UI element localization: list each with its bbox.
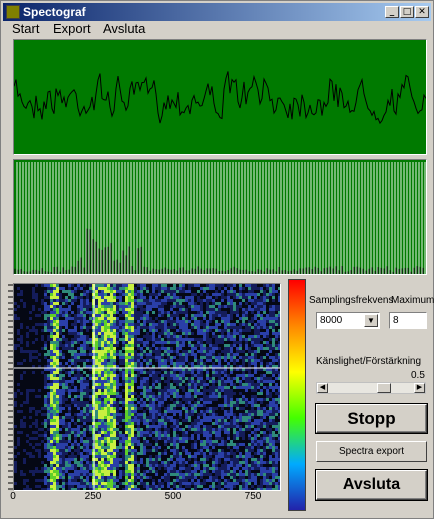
- stop-button[interactable]: Stopp: [316, 404, 427, 433]
- slider-thumb[interactable]: [377, 383, 391, 393]
- menu-bar: Start Export Avsluta: [3, 21, 431, 37]
- waveform-panel: [13, 39, 427, 155]
- menu-export[interactable]: Export: [53, 21, 91, 36]
- spectrum-panel: [13, 159, 427, 275]
- maximize-button[interactable]: □: [400, 6, 414, 18]
- close-button[interactable]: ✕: [415, 6, 429, 18]
- menu-avsluta[interactable]: Avsluta: [103, 21, 145, 36]
- spectrogram-panel: [13, 283, 281, 491]
- maximum-label: Maximum: [391, 295, 434, 306]
- window-title: Spectograf: [23, 5, 86, 19]
- minimize-button[interactable]: _: [385, 6, 399, 18]
- sampling-select[interactable]: 8000 ▼: [316, 312, 380, 329]
- sampling-value: 8000: [320, 315, 343, 326]
- app-icon: [6, 5, 20, 19]
- x-tick-label: 500: [164, 491, 182, 502]
- spectrogram-plot: [14, 284, 280, 490]
- x-tick-label: 250: [84, 491, 102, 502]
- chevron-down-icon[interactable]: ▼: [364, 314, 378, 327]
- spectrogram-x-axis: 0 250 500 750: [10, 491, 281, 503]
- sensitivity-slider[interactable]: ◀ ▶: [316, 382, 426, 394]
- sensitivity-label: Känslighet/Förstärkning: [316, 356, 422, 367]
- sensitivity-value: 0.5: [411, 370, 425, 381]
- avsluta-button[interactable]: Avsluta: [316, 470, 427, 500]
- x-tick-label: 0: [10, 491, 16, 502]
- spectrum-plot: [14, 162, 426, 274]
- scroll-left-icon[interactable]: ◀: [317, 383, 328, 393]
- menu-start[interactable]: Start: [12, 21, 39, 36]
- maximum-field[interactable]: 8: [389, 312, 427, 329]
- waveform-plot: [13, 71, 427, 125]
- color-scale-bar: [288, 279, 306, 511]
- x-tick-label: 750: [244, 491, 262, 502]
- main-window: Spectograf _ □ ✕ Start Export Avsluta 0 …: [0, 0, 434, 519]
- title-bar[interactable]: Spectograf _ □ ✕: [3, 3, 431, 21]
- spectra-export-button[interactable]: Spectra export: [316, 441, 427, 462]
- sampling-label: Samplingsfrekvens: [309, 295, 394, 306]
- scroll-right-icon[interactable]: ▶: [414, 383, 425, 393]
